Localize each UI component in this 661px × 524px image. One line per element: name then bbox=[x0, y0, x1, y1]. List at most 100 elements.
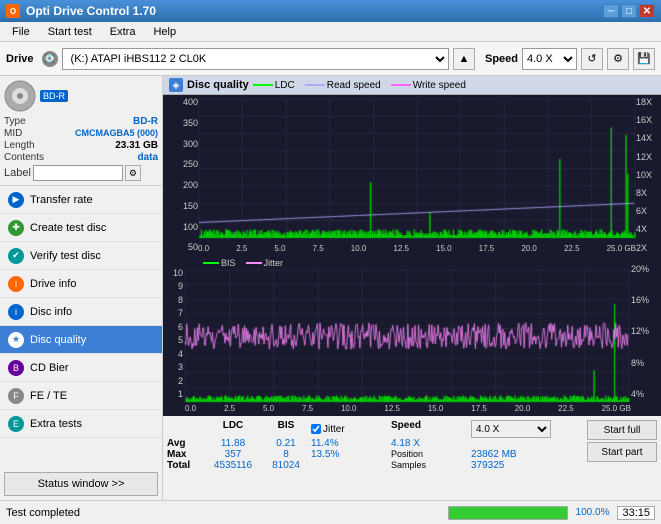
bis-header: BIS bbox=[261, 420, 311, 438]
disc-label-btn[interactable]: ⚙ bbox=[125, 165, 141, 181]
titlebar-controls: ─ □ ✕ bbox=[603, 4, 655, 18]
minimize-button[interactable]: ─ bbox=[603, 4, 619, 18]
position-label: Position bbox=[391, 449, 471, 460]
menu-start-test[interactable]: Start test bbox=[40, 25, 100, 39]
fe-te-icon: F bbox=[8, 388, 24, 404]
bottom-y-axis-left: 10 9 8 7 6 5 4 3 2 1 bbox=[163, 256, 183, 402]
legend-ldc: LDC bbox=[253, 80, 295, 91]
disc-length-row: Length 23.31 GB bbox=[4, 140, 158, 151]
chart-title: Disc quality bbox=[187, 79, 249, 91]
transfer-rate-icon: ▶ bbox=[8, 192, 24, 208]
avg-bis: 0.21 bbox=[261, 438, 311, 449]
chart-header-icon: ◈ bbox=[169, 78, 183, 92]
create-test-disc-icon: ✚ bbox=[8, 220, 24, 236]
disc-mid-row: MID CMCMAGBA5 (000) bbox=[4, 128, 158, 139]
max-label: Max bbox=[167, 449, 205, 460]
jitter-checkbox[interactable] bbox=[311, 424, 321, 434]
drive-info-icon: i bbox=[8, 276, 24, 292]
bis-color bbox=[203, 262, 219, 264]
sidebar-item-disc-quality[interactable]: ★ Disc quality bbox=[0, 326, 162, 354]
sidebar: BD-R Type BD-R MID CMCMAGBA5 (000) Lengt… bbox=[0, 76, 163, 500]
stats-table-container: LDC BIS Jitter Speed 4.0 X Avg 11.88 bbox=[167, 420, 583, 471]
chart-area: ◈ Disc quality LDC Read speed Write spee… bbox=[163, 76, 661, 500]
chart-legend: LDC Read speed Write speed bbox=[253, 80, 466, 91]
speed-select[interactable]: 4.0 X bbox=[522, 48, 577, 70]
bottom-y-axis-right: 20% 16% 12% 8% 4% bbox=[631, 256, 661, 402]
sidebar-item-verify-test-disc[interactable]: ✔ Verify test disc bbox=[0, 242, 162, 270]
refresh-button[interactable]: ↺ bbox=[581, 48, 603, 70]
sidebar-label-fe-te: FE / TE bbox=[30, 390, 67, 402]
top-y-axis-left: 400 350 300 250 200 150 100 50 bbox=[163, 95, 198, 255]
app-icon: O bbox=[6, 4, 20, 18]
read-speed-color bbox=[305, 84, 325, 86]
save-button[interactable]: 💾 bbox=[633, 48, 655, 70]
drive-label: Drive bbox=[6, 53, 34, 65]
disc-contents-row: Contents data bbox=[4, 152, 158, 163]
sidebar-item-extra-tests[interactable]: E Extra tests bbox=[0, 410, 162, 438]
sidebar-label-create-test-disc: Create test disc bbox=[30, 222, 106, 234]
menu-extra[interactable]: Extra bbox=[102, 25, 144, 39]
extra-tests-icon: E bbox=[8, 416, 24, 432]
max-position: 23862 MB bbox=[471, 449, 551, 460]
start-part-button[interactable]: Start part bbox=[587, 442, 657, 462]
drive-select[interactable]: (K:) ATAPI iHBS112 2 CL0K bbox=[62, 48, 449, 70]
titlebar-left: O Opti Drive Control 1.70 bbox=[6, 4, 156, 18]
disc-label-input[interactable] bbox=[33, 165, 123, 181]
total-ldc: 4535116 bbox=[205, 460, 261, 471]
menu-help[interactable]: Help bbox=[145, 25, 184, 39]
status-window-button[interactable]: Status window >> bbox=[4, 472, 158, 496]
sidebar-item-transfer-rate[interactable]: ▶ Transfer rate bbox=[0, 186, 162, 214]
jitter-color bbox=[246, 262, 262, 264]
top-chart-canvas bbox=[163, 95, 661, 256]
top-y-axis-right: 18X 16X 14X 12X 10X 8X 6X 4X 2X bbox=[636, 95, 661, 255]
options-button[interactable]: ⚙ bbox=[607, 48, 629, 70]
total-bis: 81024 bbox=[261, 460, 311, 471]
speed-dropdown[interactable]: 4.0 X bbox=[471, 420, 551, 438]
disc-info-icon: i bbox=[8, 304, 24, 320]
sidebar-item-disc-info[interactable]: i Disc info bbox=[0, 298, 162, 326]
verify-test-disc-icon: ✔ bbox=[8, 248, 24, 264]
write-speed-color bbox=[391, 84, 411, 86]
total-label: Total bbox=[167, 460, 205, 471]
app-title: Opti Drive Control 1.70 bbox=[26, 4, 156, 18]
bottom-chart-canvas bbox=[163, 256, 661, 416]
disc-type-badge: BD-R bbox=[40, 90, 68, 102]
maximize-button[interactable]: □ bbox=[621, 4, 637, 18]
total-samples: 379325 bbox=[471, 460, 551, 471]
action-buttons: Start full Start part bbox=[587, 420, 657, 462]
close-button[interactable]: ✕ bbox=[639, 4, 655, 18]
eject-button[interactable]: ▲ bbox=[453, 48, 475, 70]
sidebar-label-cd-bier: CD Bier bbox=[30, 362, 69, 374]
toolbar: Drive 💽 (K:) ATAPI iHBS112 2 CL0K ▲ Spee… bbox=[0, 42, 661, 76]
menu-file[interactable]: File bbox=[4, 25, 38, 39]
ldc-color bbox=[253, 84, 273, 86]
chart-top: 400 350 300 250 200 150 100 50 18X 16X 1… bbox=[163, 95, 661, 256]
sidebar-item-drive-info[interactable]: i Drive info bbox=[0, 270, 162, 298]
legend-read-speed: Read speed bbox=[305, 80, 381, 91]
max-bis: 8 bbox=[261, 449, 311, 460]
disc-header: BD-R bbox=[4, 80, 158, 112]
start-full-button[interactable]: Start full bbox=[587, 420, 657, 440]
speed-header: Speed bbox=[391, 420, 471, 438]
avg-jitter: 11.4% bbox=[311, 438, 391, 449]
jitter-check-container: Jitter bbox=[311, 420, 391, 438]
sidebar-label-drive-info: Drive info bbox=[30, 278, 76, 290]
speed-label: Speed bbox=[485, 53, 518, 65]
ldc-header: LDC bbox=[205, 420, 261, 438]
samples-label: Samples bbox=[391, 460, 471, 471]
progress-container bbox=[448, 506, 568, 520]
sidebar-label-disc-quality: Disc quality bbox=[30, 334, 86, 346]
disc-quality-icon: ★ bbox=[8, 332, 24, 348]
main-area: BD-R Type BD-R MID CMCMAGBA5 (000) Lengt… bbox=[0, 76, 661, 500]
progress-bar bbox=[449, 507, 567, 519]
nav-items: ▶ Transfer rate ✚ Create test disc ✔ Ver… bbox=[0, 186, 162, 468]
legend-jitter: Jitter bbox=[246, 258, 284, 268]
sidebar-item-cd-bier[interactable]: B CD Bier bbox=[0, 354, 162, 382]
avg-label: Avg bbox=[167, 438, 205, 449]
titlebar: O Opti Drive Control 1.70 ─ □ ✕ bbox=[0, 0, 661, 22]
disc-section: BD-R Type BD-R MID CMCMAGBA5 (000) Lengt… bbox=[0, 76, 162, 186]
sidebar-item-create-test-disc[interactable]: ✚ Create test disc bbox=[0, 214, 162, 242]
stats-main: LDC BIS Jitter Speed 4.0 X Avg 11.88 bbox=[167, 420, 657, 471]
stats-grid: LDC BIS Jitter Speed 4.0 X Avg 11.88 bbox=[167, 420, 583, 471]
sidebar-item-fe-te[interactable]: F FE / TE bbox=[0, 382, 162, 410]
